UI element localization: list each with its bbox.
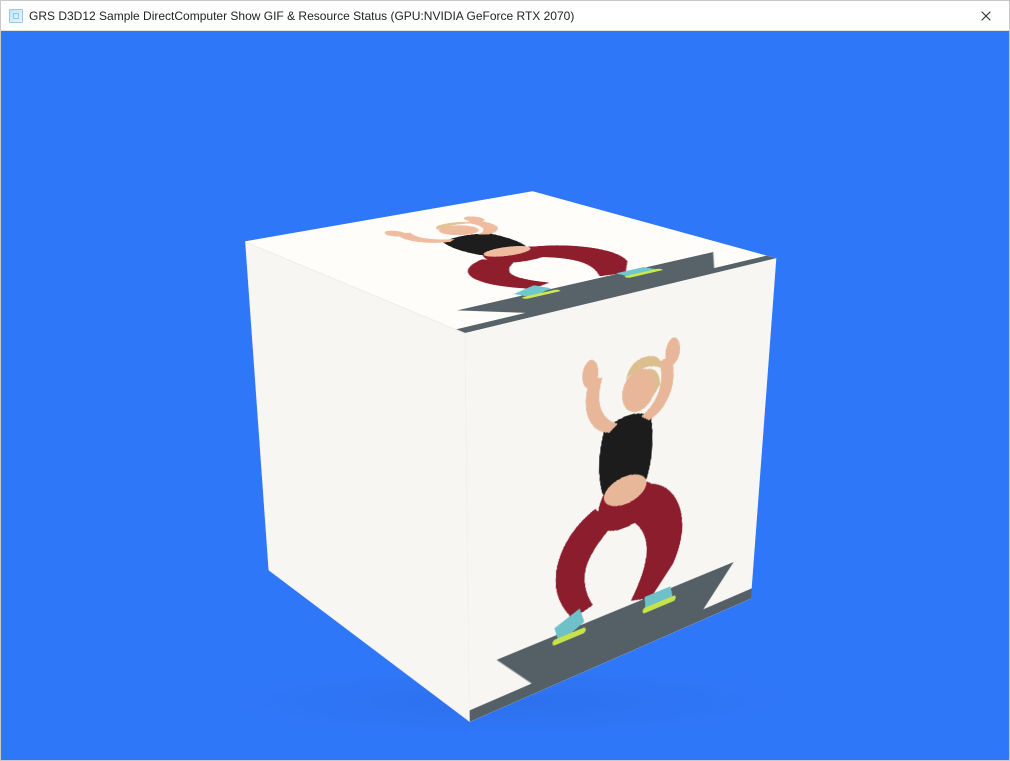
window-title: GRS D3D12 Sample DirectComputer Show GIF… — [29, 9, 963, 23]
cube — [344, 221, 644, 638]
app-icon — [9, 9, 23, 23]
titlebar[interactable]: GRS D3D12 Sample DirectComputer Show GIF… — [1, 1, 1009, 31]
render-viewport[interactable] — [1, 31, 1009, 760]
close-button[interactable] — [963, 1, 1009, 31]
close-icon — [981, 11, 991, 21]
cube-face-front — [465, 258, 776, 722]
cube-scene — [325, 245, 685, 605]
application-window: GRS D3D12 Sample DirectComputer Show GIF… — [0, 0, 1010, 761]
cube-texture-icon — [465, 258, 776, 722]
